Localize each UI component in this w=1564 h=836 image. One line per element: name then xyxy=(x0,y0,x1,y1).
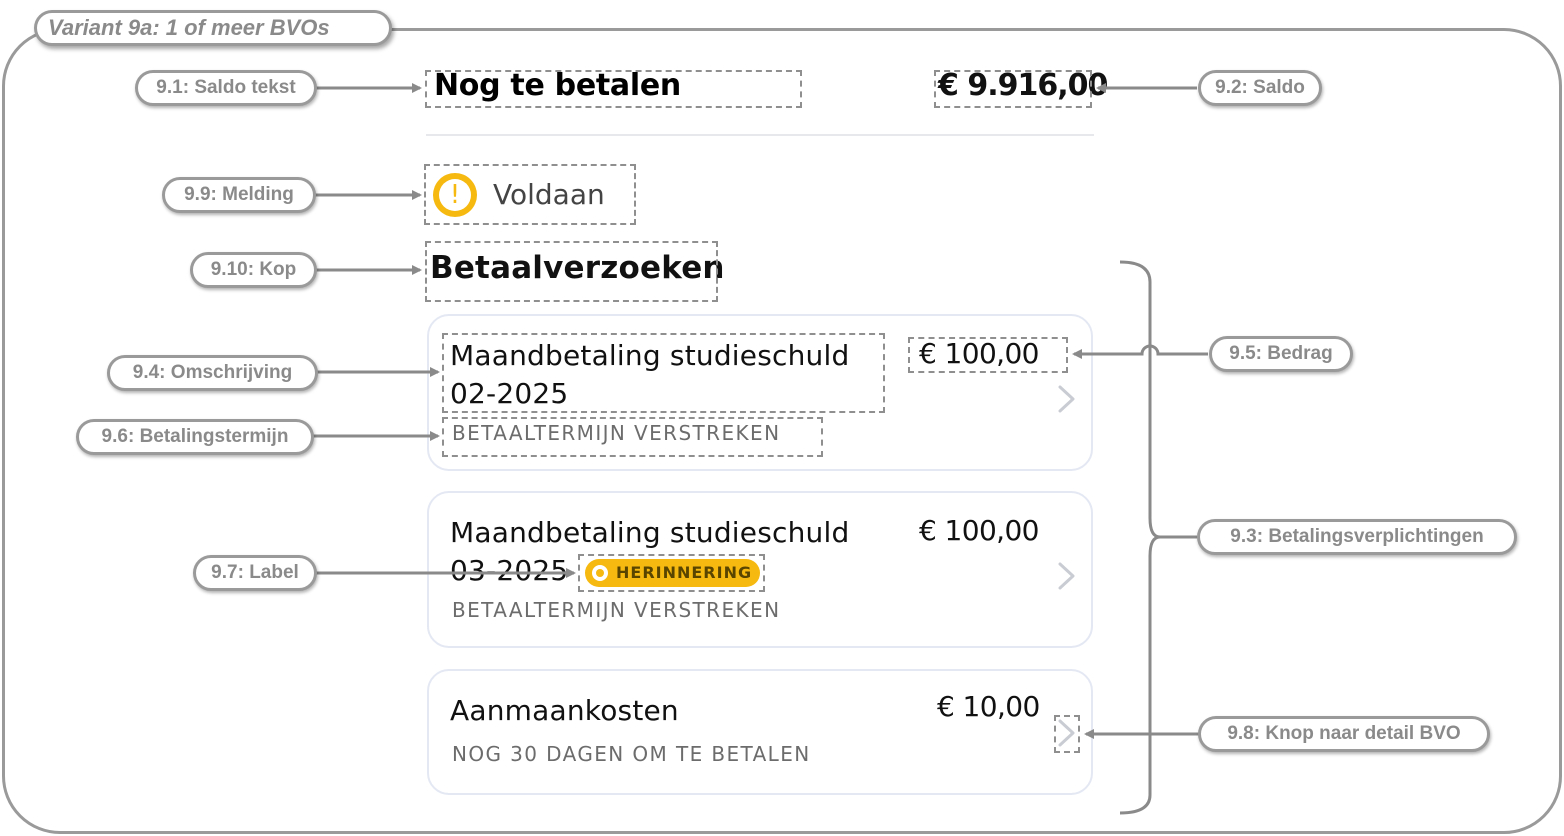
callout-betalingsverplichtingen: 9.3: Betalingsverplichtingen xyxy=(1197,519,1517,555)
callout-betalingstermijn: 9.6: Betalingstermijn xyxy=(76,419,314,455)
annotation-arrows xyxy=(313,83,1208,815)
callout-knop: 9.8: Knop naar detail BVO xyxy=(1198,716,1490,752)
callout-label: 9.7: Label xyxy=(193,555,317,591)
callout-bedrag: 9.5: Bedrag xyxy=(1209,336,1353,372)
callout-saldo-tekst: 9.1: Saldo tekst xyxy=(135,70,317,106)
exclamation-icon: ! xyxy=(449,180,461,210)
callout-kop: 9.10: Kop xyxy=(190,252,317,288)
callout-saldo: 9.2: Saldo xyxy=(1198,70,1322,106)
callout-omschrijving: 9.4: Omschrijving xyxy=(107,355,318,391)
callout-melding: 9.9: Melding xyxy=(162,177,316,213)
